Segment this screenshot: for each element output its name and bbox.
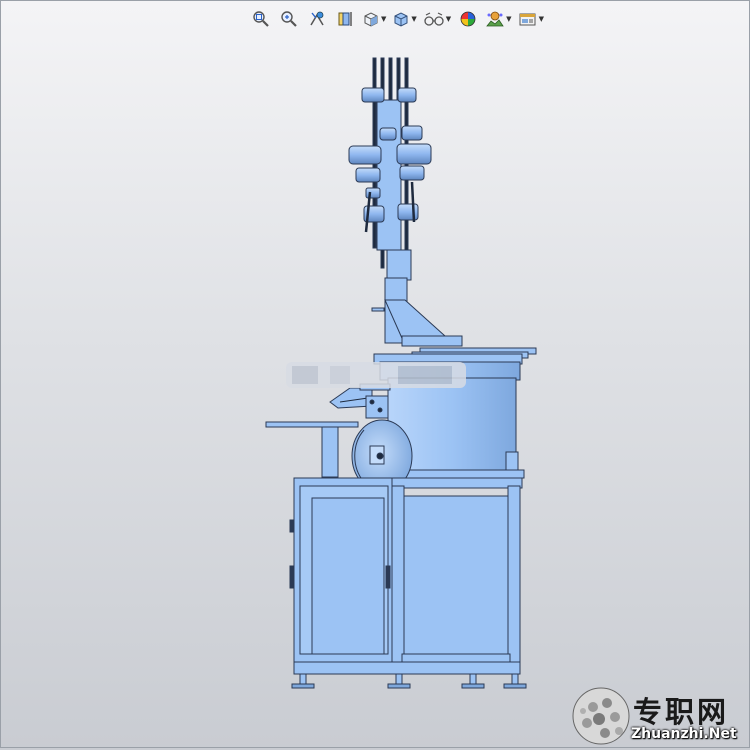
watermark-en-text: Zhuanzhi.Net: [631, 726, 737, 742]
support-column-bracket: [371, 249, 463, 347]
watermark-cn-text: 专职网: [633, 695, 730, 729]
blurred-annotation: [286, 362, 466, 388]
side-shelf: [265, 421, 359, 478]
machine-assembly-model[interactable]: [0, 0, 750, 750]
base-cabinet-left: [289, 477, 393, 675]
feeder-arm: [329, 383, 391, 419]
leveling-feet: [291, 673, 527, 689]
site-watermark: 专职网 Zhuanzhi.Net: [567, 685, 747, 747]
graphics-area[interactable]: ▼ ▼ ▼ ▼ ▼ 专职网 Zhuanzhi.Net: [0, 0, 750, 750]
globe-logo-icon: [572, 687, 630, 745]
